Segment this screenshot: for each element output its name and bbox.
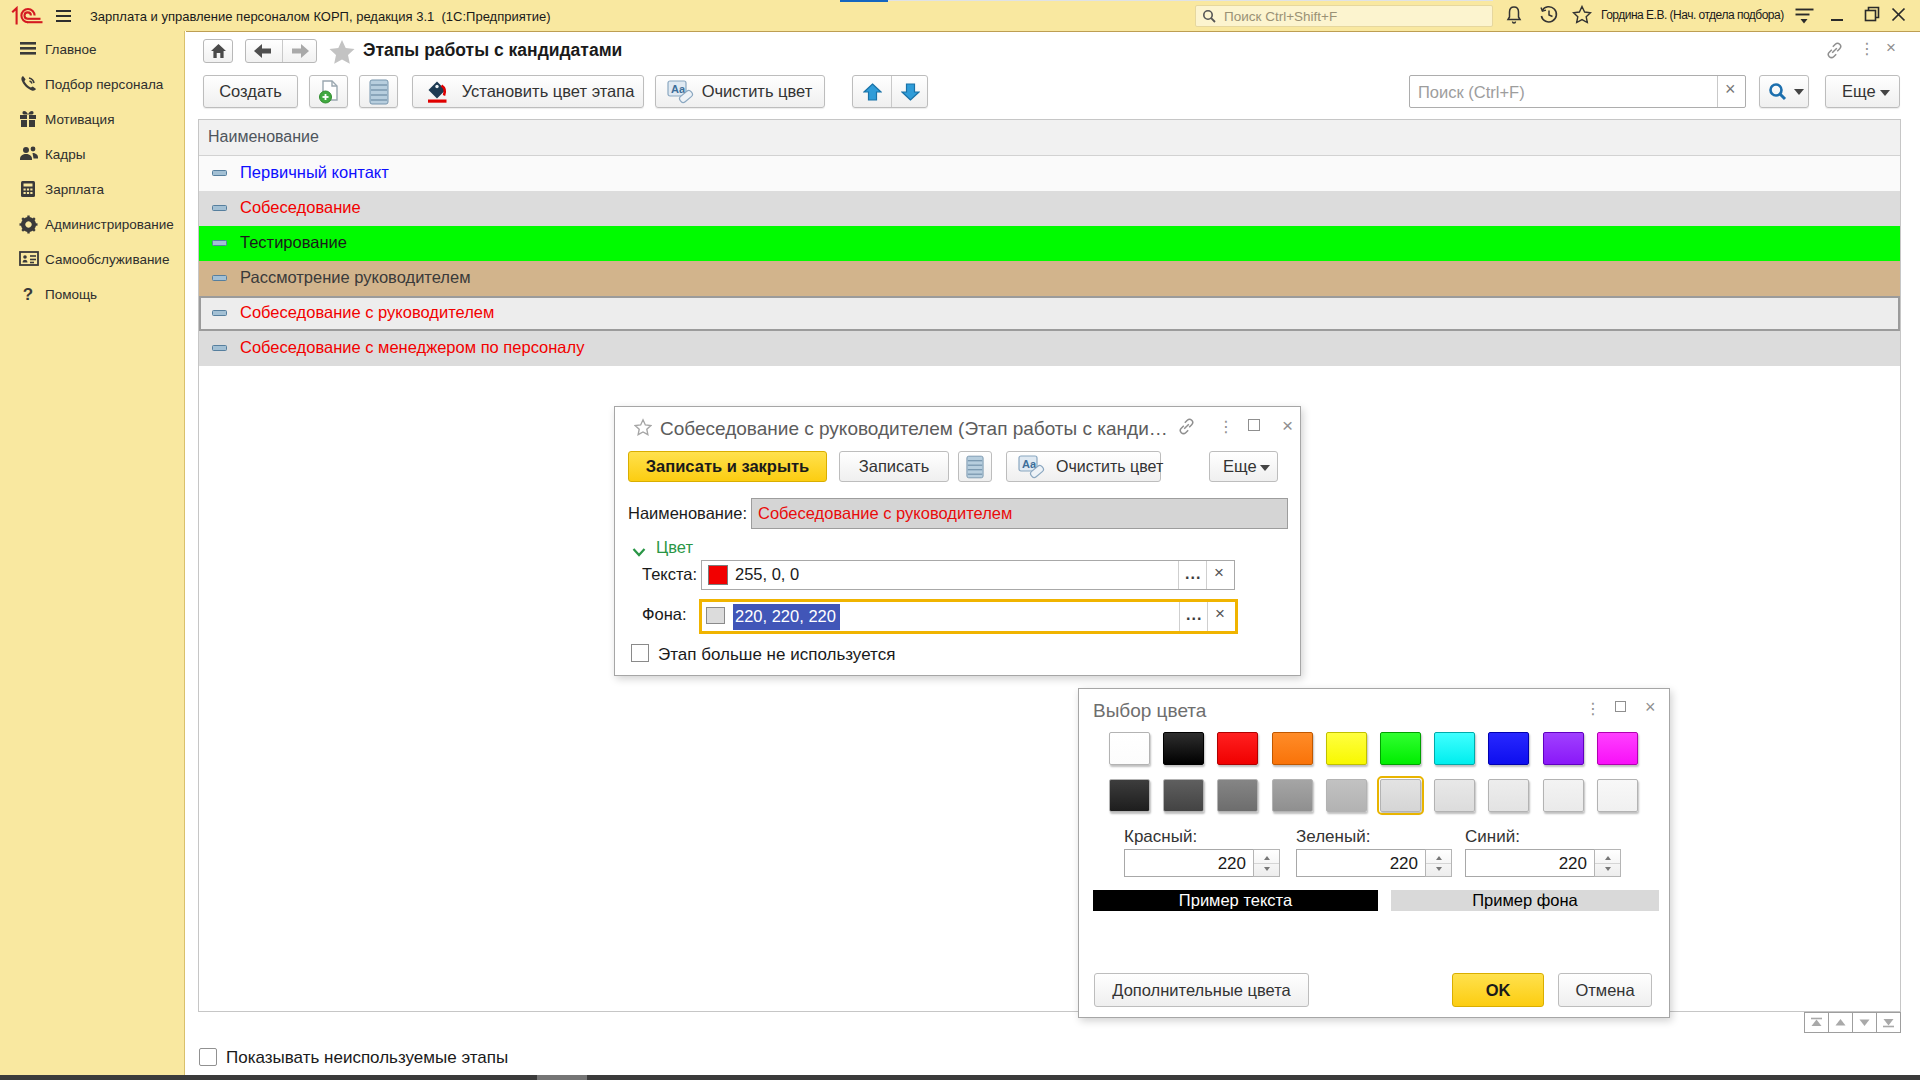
svg-text:Aa: Aa	[671, 83, 686, 95]
svg-text:Aa: Aa	[1022, 458, 1037, 470]
